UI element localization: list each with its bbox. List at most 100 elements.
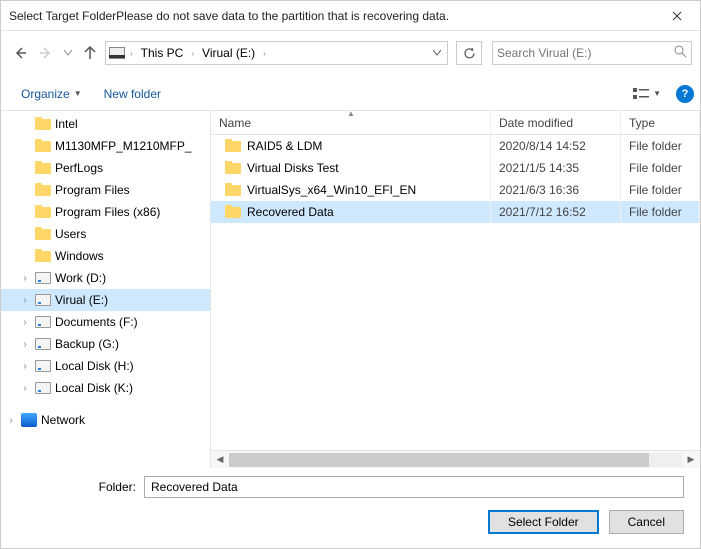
tree-item[interactable]: M1130MFP_M1210MFP_ bbox=[1, 135, 210, 157]
folder-icon bbox=[35, 117, 51, 131]
table-row[interactable]: RAID5 & LDM2020/8/14 14:52File folder bbox=[211, 135, 700, 157]
file-type: File folder bbox=[621, 201, 700, 223]
drive-icon bbox=[35, 272, 51, 284]
folder-icon bbox=[225, 183, 241, 197]
tree-item[interactable]: › Local Disk (H:) bbox=[1, 355, 210, 377]
tree-item-label: PerfLogs bbox=[55, 161, 103, 175]
table-row[interactable]: Recovered Data 2021/7/12 16:52File folder bbox=[211, 201, 700, 223]
expand-icon[interactable]: › bbox=[19, 361, 31, 372]
refresh-icon bbox=[463, 47, 476, 60]
expand-icon[interactable]: › bbox=[19, 273, 31, 284]
horizontal-scrollbar[interactable]: ◀ ▶ bbox=[211, 450, 700, 468]
tree-item[interactable]: › Work (D:) bbox=[1, 267, 210, 289]
tree-item[interactable]: Users bbox=[1, 223, 210, 245]
tree-item[interactable]: › Documents (F:) bbox=[1, 311, 210, 333]
file-date: 2021/7/12 16:52 bbox=[491, 201, 621, 223]
folder-icon bbox=[225, 139, 241, 153]
file-date: 2021/1/5 14:35 bbox=[491, 157, 621, 179]
file-type: File folder bbox=[621, 135, 700, 157]
chevron-down-icon bbox=[433, 50, 441, 56]
view-options-button[interactable]: ▼ bbox=[628, 84, 666, 104]
folder-icon bbox=[225, 205, 241, 219]
expand-icon[interactable]: › bbox=[19, 295, 31, 306]
chevron-right-icon: › bbox=[128, 49, 135, 58]
table-row[interactable]: Virtual Disks Test 2021/1/5 14:35File fol… bbox=[211, 157, 700, 179]
tree-item[interactable]: PerfLogs bbox=[1, 157, 210, 179]
tree-item[interactable]: ›Backup (G:) bbox=[1, 333, 210, 355]
breadcrumb-this-pc[interactable]: This PC bbox=[135, 42, 190, 64]
expand-icon[interactable]: › bbox=[5, 415, 17, 426]
folder-icon bbox=[35, 227, 51, 241]
drive-icon bbox=[35, 294, 51, 306]
recent-dropdown[interactable] bbox=[61, 42, 75, 64]
cancel-button[interactable]: Cancel bbox=[609, 510, 684, 534]
tree-item-label: Windows bbox=[55, 249, 104, 263]
tree-item-label: Program Files bbox=[55, 183, 130, 197]
file-name: Recovered Data bbox=[247, 205, 334, 219]
list-body[interactable]: RAID5 & LDM2020/8/14 14:52File folderVir… bbox=[211, 135, 700, 450]
tree-item[interactable]: Program Files (x86) bbox=[1, 201, 210, 223]
toolbar: Organize▼ New folder ▼ ? bbox=[1, 77, 700, 111]
tree-item-label: Work (D:) bbox=[55, 271, 106, 285]
tree-item-label: Program Files (x86) bbox=[55, 205, 160, 219]
scroll-thumb[interactable] bbox=[229, 453, 649, 467]
chevron-down-icon bbox=[64, 50, 72, 56]
tree-item-label: Network bbox=[41, 413, 85, 427]
folder-input[interactable] bbox=[144, 476, 684, 498]
close-button[interactable] bbox=[654, 1, 700, 30]
main-content: IntelM1130MFP_M1210MFP_ PerfLogs Program F… bbox=[1, 111, 700, 468]
back-button[interactable] bbox=[9, 42, 31, 64]
arrow-left-icon bbox=[13, 46, 27, 60]
refresh-button[interactable] bbox=[456, 41, 482, 65]
file-date: 2020/8/14 14:52 bbox=[491, 135, 621, 157]
folder-tree[interactable]: IntelM1130MFP_M1210MFP_ PerfLogs Program F… bbox=[1, 111, 211, 468]
folder-icon bbox=[35, 249, 51, 263]
select-folder-button[interactable]: Select Folder bbox=[488, 510, 599, 534]
drive-icon bbox=[35, 360, 51, 372]
table-row[interactable]: VirtualSys_x64_Win10_EFI_EN2021/6/3 16:3… bbox=[211, 179, 700, 201]
window-title: Select Target FolderPlease do not save d… bbox=[9, 9, 654, 23]
up-button[interactable] bbox=[79, 42, 101, 64]
scroll-left-icon[interactable]: ◀ bbox=[211, 454, 229, 465]
tree-item[interactable]: › Network bbox=[1, 409, 210, 431]
arrow-up-icon bbox=[83, 46, 97, 60]
file-name: VirtualSys_x64_Win10_EFI_EN bbox=[247, 183, 416, 197]
breadcrumb[interactable]: › This PC › Virual (E:) › bbox=[105, 41, 448, 65]
close-icon bbox=[672, 11, 682, 21]
tree-item[interactable]: ›Virual (E:) bbox=[1, 289, 210, 311]
tree-item-label: Local Disk (H:) bbox=[55, 359, 134, 373]
file-name: Virtual Disks Test bbox=[247, 161, 339, 175]
network-icon bbox=[21, 413, 37, 427]
folder-icon bbox=[35, 139, 51, 153]
file-list-pane: ▲ Name Date modified Type RAID5 & LDM202… bbox=[211, 111, 700, 468]
breadcrumb-current[interactable]: Virual (E:) bbox=[196, 42, 261, 64]
scroll-right-icon[interactable]: ▶ bbox=[682, 454, 700, 465]
tree-item-label: Documents (F:) bbox=[55, 315, 138, 329]
chevron-down-icon: ▼ bbox=[653, 89, 661, 98]
folder-icon bbox=[225, 161, 241, 175]
search-icon bbox=[674, 45, 687, 61]
expand-icon[interactable]: › bbox=[19, 383, 31, 394]
new-folder-button[interactable]: New folder bbox=[96, 83, 169, 105]
tree-item[interactable]: Intel bbox=[1, 113, 210, 135]
scroll-track[interactable] bbox=[229, 453, 682, 467]
search-input[interactable] bbox=[497, 46, 674, 60]
drive-icon bbox=[35, 338, 51, 350]
help-button[interactable]: ? bbox=[676, 85, 694, 103]
folder-icon bbox=[35, 205, 51, 219]
search-box[interactable] bbox=[492, 41, 692, 65]
expand-icon[interactable]: › bbox=[19, 339, 31, 350]
tree-item[interactable]: Program Files bbox=[1, 179, 210, 201]
breadcrumb-dropdown[interactable] bbox=[427, 50, 445, 56]
forward-button[interactable] bbox=[35, 42, 57, 64]
tree-item[interactable]: Windows bbox=[1, 245, 210, 267]
tree-item[interactable]: › Local Disk (K:) bbox=[1, 377, 210, 399]
chevron-right-icon: › bbox=[189, 49, 196, 58]
view-icon bbox=[633, 87, 649, 101]
expand-icon[interactable]: › bbox=[19, 317, 31, 328]
file-type: File folder bbox=[621, 157, 700, 179]
organize-button[interactable]: Organize▼ bbox=[13, 83, 90, 105]
file-type: File folder bbox=[621, 179, 700, 201]
tree-item-label: Local Disk (K:) bbox=[55, 381, 133, 395]
button-row: Select Folder Cancel bbox=[1, 502, 700, 548]
